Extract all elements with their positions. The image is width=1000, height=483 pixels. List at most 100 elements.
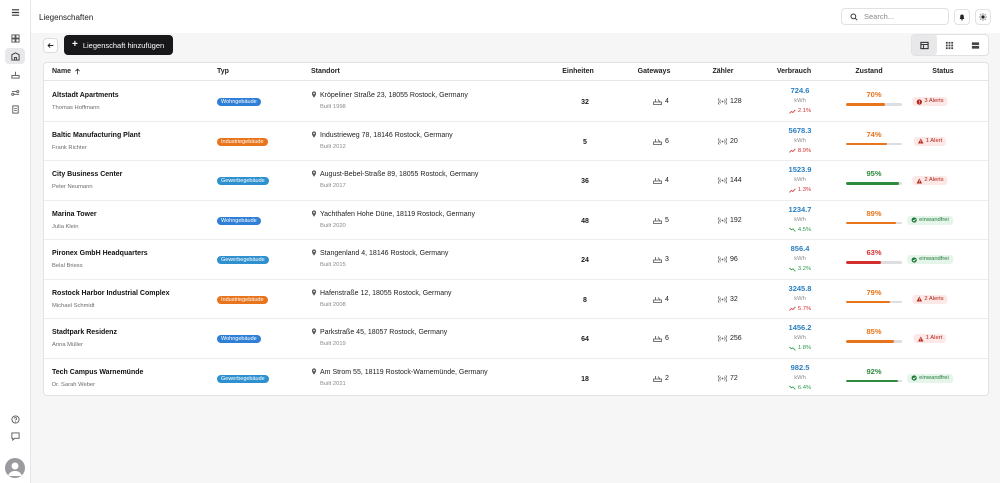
type-badge: Wohngebäude <box>217 335 261 343</box>
table-row[interactable]: City Business Center Peter Neumann Gewer… <box>44 161 988 201</box>
notifications-button[interactable] <box>954 9 970 25</box>
sidebar-item-buildings[interactable] <box>5 48 25 64</box>
column-header-units[interactable]: Einheiten <box>562 68 594 75</box>
table-row[interactable]: Stadtpark Residenz Anna Müller Wohngebäu… <box>44 319 988 359</box>
units-count: 8 <box>583 296 587 304</box>
signal-icon <box>718 98 727 105</box>
table-row[interactable]: Pironex GmbH Headquarters Belal Briess G… <box>44 240 988 280</box>
search-box[interactable] <box>841 8 949 25</box>
sidebar-item-gateways[interactable] <box>5 66 25 82</box>
type-badge: Wohngebäude <box>217 216 261 225</box>
condition-bar <box>846 182 902 185</box>
property-address: Parkstraße 45, 18057 Rostock, Germany <box>320 329 448 336</box>
consumption-value: 1234.7 <box>788 204 812 214</box>
condition-bar <box>846 379 902 382</box>
sidebar-item-help[interactable] <box>5 411 25 427</box>
column-header-condition[interactable]: Zustand <box>855 68 882 75</box>
gateways-count: 2 <box>653 375 669 382</box>
condition-percent: 74% <box>866 129 882 139</box>
status-badge[interactable]: 2 Alerts <box>912 176 948 185</box>
trend-icon <box>789 227 796 232</box>
property-name[interactable]: Altstadt Apartments <box>52 92 119 99</box>
avatar[interactable] <box>5 458 25 478</box>
column-header-meters[interactable]: Zähler <box>712 68 733 75</box>
consumption-trend: 5.7% <box>789 306 811 312</box>
column-header-gateways[interactable]: Gateways <box>638 68 671 75</box>
condition-bar-fill <box>846 300 891 303</box>
trend-icon <box>789 109 796 114</box>
table-row[interactable]: Altstadt Apartments Thomas Hoffmann Wohn… <box>44 82 988 122</box>
gateways-count: 6 <box>653 335 669 342</box>
status-badge[interactable]: 1 Alert <box>913 334 947 343</box>
property-name[interactable]: Rostock Harbor Industrial Complex <box>52 290 169 297</box>
property-name[interactable]: City Business Center <box>52 171 122 178</box>
property-name[interactable]: Baltic Manufacturing Plant <box>52 132 140 139</box>
meters-count: 96 <box>718 256 738 263</box>
condition-percent: 89% <box>866 208 882 218</box>
dashboard-icon <box>10 33 20 43</box>
table-row[interactable]: Marina Tower Julia Klein Wohngebäude Yac… <box>44 201 988 240</box>
menu-button[interactable] <box>5 4 25 20</box>
properties-table: Name Typ Standort Einheiten Gateways Zäh… <box>43 62 989 396</box>
search-input[interactable] <box>864 12 944 21</box>
status-badge[interactable]: einwandfrei <box>907 255 953 264</box>
consumption-unit: kWh <box>794 335 806 341</box>
meters-count: 192 <box>718 217 742 224</box>
sidebar <box>0 0 31 483</box>
status-badge[interactable]: 3 Alerts <box>912 97 948 106</box>
consumption-trend: 1.8% <box>789 345 811 351</box>
property-built-year: Built 2008 <box>320 301 346 308</box>
condition-bar-fill <box>846 340 894 343</box>
signal-icon <box>718 335 727 342</box>
property-name[interactable]: Tech Campus Warnemünde <box>52 369 143 376</box>
property-name[interactable]: Marina Tower <box>52 211 97 218</box>
sidebar-item-dashboard[interactable] <box>5 30 25 46</box>
back-button[interactable] <box>43 38 58 53</box>
property-name[interactable]: Stadtpark Residenz <box>52 329 117 336</box>
list-view-button[interactable] <box>963 35 988 55</box>
trend-icon <box>789 188 796 193</box>
property-address: Stangenland 4, 18146 Rostock, Germany <box>320 250 449 257</box>
consumption-value: 5678.3 <box>788 125 812 135</box>
grid-view-button[interactable] <box>937 35 962 55</box>
theme-toggle-button[interactable] <box>975 9 991 25</box>
signal-icon <box>718 177 727 184</box>
property-owner: Dr. Sarah Weber <box>52 381 96 388</box>
condition-bar <box>846 340 902 343</box>
status-icon <box>911 256 917 263</box>
condition-bar-fill <box>846 103 886 106</box>
column-header-status[interactable]: Status <box>932 68 953 75</box>
type-badge: Industriegebäude <box>217 295 268 304</box>
condition-bar <box>846 300 902 303</box>
status-badge[interactable]: 2 Alerts <box>912 294 948 304</box>
add-property-label: Liegenschaft hinzufügen <box>82 40 165 50</box>
status-badge[interactable]: 1 Alert <box>913 136 947 146</box>
column-header-type[interactable]: Typ <box>217 68 229 75</box>
add-property-button[interactable]: + Liegenschaft hinzufügen <box>64 35 173 55</box>
sidebar-item-feedback[interactable] <box>5 428 25 444</box>
table-row[interactable]: Tech Campus Warnemünde Dr. Sarah Weber G… <box>44 359 988 396</box>
table-row[interactable]: Baltic Manufacturing Plant Frank Richter… <box>44 122 988 161</box>
consumption-unit: kWh <box>794 374 806 381</box>
status-badge[interactable]: einwandfrei <box>907 373 953 383</box>
table-view-button[interactable] <box>912 35 938 55</box>
column-header-location[interactable]: Standort <box>311 68 340 75</box>
property-name[interactable]: Pironex GmbH Headquarters <box>52 250 148 257</box>
consumption-value: 724.6 <box>790 86 810 95</box>
plus-icon: + <box>72 39 78 50</box>
table-row[interactable]: Rostock Harbor Industrial Complex Michae… <box>44 280 988 319</box>
column-header-consumption[interactable]: Verbrauch <box>777 68 811 75</box>
consumption-unit: kWh <box>794 177 806 183</box>
consumption-unit: kWh <box>794 98 806 104</box>
property-built-year: Built 1998 <box>320 104 346 110</box>
sidebar-item-documents[interactable] <box>5 101 25 117</box>
gateway-icon <box>653 296 662 303</box>
status-badge[interactable]: einwandfrei <box>907 215 953 225</box>
status-icon <box>911 217 917 223</box>
bell-icon <box>959 14 965 21</box>
consumption-unit: kWh <box>794 137 806 144</box>
units-count: 64 <box>581 336 589 343</box>
signal-icon <box>718 256 727 263</box>
column-header-name[interactable]: Name <box>52 68 81 75</box>
sidebar-item-meters[interactable] <box>5 84 25 100</box>
